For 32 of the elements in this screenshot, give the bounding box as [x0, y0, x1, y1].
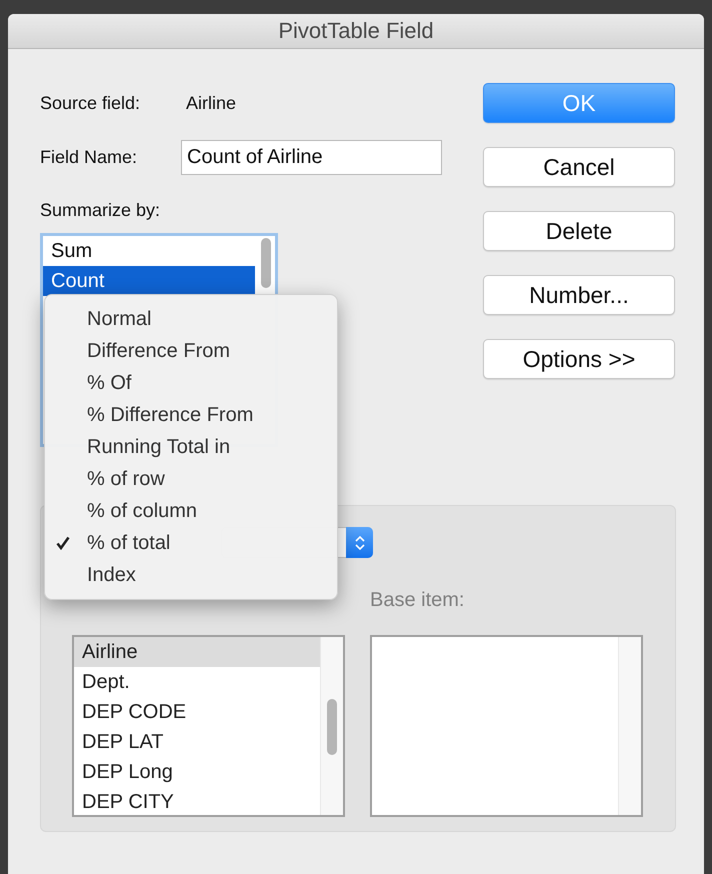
- field-label: Field Name:: [40, 147, 138, 168]
- list-item[interactable]: DEP CODE: [74, 697, 322, 727]
- menu-item[interactable]: % of total: [45, 527, 337, 559]
- scrollbar-thumb[interactable]: [261, 238, 271, 288]
- name-field[interactable]: Count of Airline: [181, 140, 442, 175]
- base-item-list[interactable]: [370, 635, 643, 817]
- dialog-button[interactable]: Number...: [483, 275, 675, 315]
- menu-item[interactable]: % Of: [45, 367, 337, 399]
- list-item[interactable]: DEP Long: [74, 757, 322, 787]
- dialog-button[interactable]: Options >>: [483, 339, 675, 379]
- list-item[interactable]: Dept.: [74, 667, 322, 697]
- list-item[interactable]: Sum: [43, 236, 255, 266]
- menu-item[interactable]: Normal: [45, 303, 337, 335]
- menu-item[interactable]: % of row: [45, 463, 337, 495]
- list-item[interactable]: DEP LAT: [74, 727, 322, 757]
- window-title: PivotTable Field: [278, 18, 434, 44]
- menu-item[interactable]: Index: [45, 559, 337, 591]
- dialog-button[interactable]: Cancel: [483, 147, 675, 187]
- list-item[interactable]: DEP CITY: [74, 787, 322, 817]
- field-label: Source field:: [40, 92, 142, 114]
- field-label: Summarize by:: [40, 200, 162, 221]
- list-item[interactable]: Airline: [74, 637, 322, 667]
- base-field-list[interactable]: Airline Dept. DEP CODE DEP LAT DEP Long DEP CITY: [72, 635, 345, 817]
- menu-item[interactable]: Difference From: [45, 335, 337, 367]
- menu-item[interactable]: % of column: [45, 495, 337, 527]
- scrollbar-thumb[interactable]: [327, 699, 337, 755]
- field-value: Airline: [185, 92, 236, 114]
- menu-item[interactable]: Running Total in: [45, 431, 337, 463]
- dialog-button[interactable]: Delete: [483, 211, 675, 251]
- list-item[interactable]: Count: [43, 266, 255, 296]
- menu-item[interactable]: % Difference From: [45, 399, 337, 431]
- field-label: Base item:: [370, 589, 466, 613]
